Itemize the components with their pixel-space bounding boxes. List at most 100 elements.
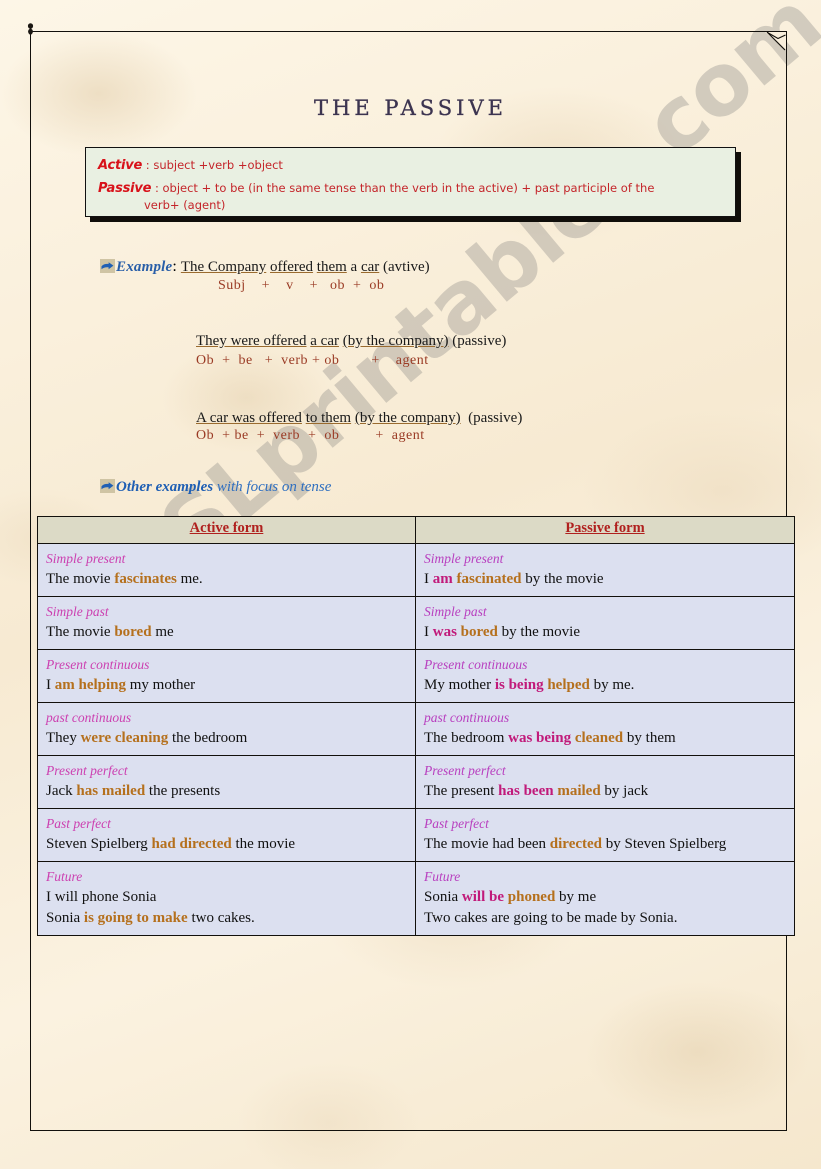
table-cell-passive: Simple present I am fascinated by the mov… — [415, 543, 795, 597]
example-3-sentence: A car was offered to them (by the compan… — [196, 410, 523, 426]
example-2-parse: Ob + be + verb + ob + agent — [196, 353, 429, 368]
example-2-sentence: They were offered a car (by the company)… — [196, 333, 507, 349]
table-cell-passive: Future Sonia will be phoned by me Two cake… — [415, 861, 795, 936]
example-heading-line: Example: The Company offered them a car … — [100, 258, 430, 276]
sentence-text: Steven Spielberg — [46, 836, 152, 852]
highlighted-verb: am — [432, 571, 453, 587]
highlighted-verb: bored — [460, 624, 498, 640]
active-definition-row: Active : subject +verb +object — [98, 157, 735, 174]
highlighted-verb: has mailed — [76, 783, 146, 799]
highlighted-verb: were cleaning — [80, 730, 169, 746]
tense-comparison-table: Active form Passive form Simple present T… — [37, 516, 795, 936]
sentence-text: The movie — [46, 624, 115, 640]
table-body: Simple present The movie fascinates me. Si… — [37, 543, 795, 936]
tense-label: Future — [46, 869, 83, 884]
example-sentence: Jack has mailed the presents — [46, 781, 409, 802]
sentence-text: the presents — [145, 783, 221, 799]
example-sentence: Sonia will be phoned by me Two cakes are … — [424, 887, 788, 929]
highlighted-verb: will be — [461, 889, 505, 905]
example-sentence: Steven Spielberg had directed the movie — [46, 834, 409, 855]
example-1-parse: Subj + v + ob + ob — [218, 278, 385, 293]
tense-label: Past perfect — [424, 816, 489, 831]
sentence-text: My mother — [424, 677, 495, 693]
sentence-text: by the movie — [521, 571, 604, 587]
table-header-row: Active form Passive form — [37, 516, 795, 544]
example-sentence: The present has been mailed by jack — [424, 781, 788, 802]
table-cell-passive: past continuous The bedroom was being cle… — [415, 702, 795, 756]
example-sentence: I am fascinated by the movie — [424, 569, 788, 590]
active-formula: subject +verb +object — [153, 158, 283, 172]
example-1-sentence: The Company offered them a car (avtive) — [180, 259, 430, 275]
sentence-text: me. — [176, 571, 203, 587]
example-sentence: The movie had been directed by Steven Sp… — [424, 834, 788, 855]
table-cell-passive: Present perfect The present has been mail… — [415, 755, 795, 809]
sentence-text: Sonia — [424, 889, 462, 905]
example-sentence: I am helping my mother — [46, 675, 409, 696]
highlighted-verb: mailed — [557, 783, 601, 799]
example-3-parse: Ob + be + verb + ob + agent — [196, 428, 425, 443]
highlighted-verb: helped — [547, 677, 590, 693]
column-header-active: Active form — [37, 516, 416, 544]
sentence-text: The movie — [46, 571, 115, 587]
table-row: Present continuous I am helping my mother… — [37, 649, 795, 703]
other-examples-strong: Other examples — [116, 479, 214, 495]
active-label: Active — [98, 158, 143, 173]
sentence-text: by me. — [589, 677, 635, 693]
table-row: past continuous They were cleaning the be… — [37, 702, 795, 756]
tense-label: past continuous — [46, 710, 132, 725]
highlighted-verb: was — [432, 624, 457, 640]
passive-definition-row: Passive : object + to be (in the same te… — [98, 180, 726, 214]
sentence-text: Two cakes are going to be made by Sonia. — [424, 910, 678, 926]
sentence-text: Sonia — [46, 910, 84, 926]
highlighted-verb: is going to make — [83, 910, 188, 926]
example-sentence: My mother is being helped by me. — [424, 675, 788, 696]
worksheet-content: THE PASSIVE Active : subject +verb +obje… — [0, 0, 821, 1169]
example-sentence: The movie bored me — [46, 622, 409, 643]
sentence-text: by Steven Spielberg — [602, 836, 727, 852]
table-row: Simple past The movie bored me Simple past… — [37, 596, 795, 650]
highlighted-verb: had directed — [151, 836, 232, 852]
table-cell-passive: Simple past I was bored by the movie — [415, 596, 795, 650]
tense-label: Simple past — [46, 604, 109, 619]
sentence-text: The movie had been — [424, 836, 550, 852]
table-cell-active: Past perfect Steven Spielberg had directe… — [37, 808, 416, 862]
table-row: Present perfect Jack has mailed the prese… — [37, 755, 795, 809]
table-cell-passive: Past perfect The movie had been directed … — [415, 808, 795, 862]
sentence-text: They — [46, 730, 81, 746]
table-cell-active: Present continuous I am helping my mother — [37, 649, 416, 703]
tense-label: Present perfect — [424, 763, 506, 778]
tense-label: Present continuous — [424, 657, 528, 672]
sentence-text: the movie — [231, 836, 296, 852]
table-cell-active: Simple present The movie fascinates me. — [37, 543, 416, 597]
highlighted-verb: bored — [114, 624, 152, 640]
table-cell-passive: Present continuous My mother is being hel… — [415, 649, 795, 703]
table-row: Simple present The movie fascinates me. Si… — [37, 543, 795, 597]
passive-separator: : — [151, 181, 163, 195]
page-title: THE PASSIVE — [314, 96, 507, 120]
highlighted-verb: fascinates — [114, 571, 177, 587]
tense-label: past continuous — [424, 710, 510, 725]
table-row: Future I will phone Sonia Sonia is going t… — [37, 861, 795, 936]
example-label: Example — [116, 259, 173, 275]
example-3-group: A car was offered to them (by the compan… — [196, 410, 522, 444]
tense-label: Present perfect — [46, 763, 128, 778]
example-sentence: I will phone Sonia Sonia is going to make… — [46, 887, 409, 929]
sentence-text: two cakes. — [187, 910, 255, 926]
highlighted-verb: directed — [549, 836, 603, 852]
passive-formula-continued: verb+ (agent) — [144, 198, 226, 212]
sentence-text: The present — [424, 783, 499, 799]
sentence-text: Jack — [46, 783, 77, 799]
highlighted-verb: am helping — [54, 677, 127, 693]
table-cell-active: Present perfect Jack has mailed the prese… — [37, 755, 416, 809]
column-header-passive: Passive form — [415, 516, 795, 544]
sentence-text: I — [46, 677, 55, 693]
definition-box: Active : subject +verb +object Passive :… — [85, 147, 736, 217]
sentence-text: The bedroom — [424, 730, 509, 746]
pointing-hand-icon — [100, 259, 115, 273]
tense-label: Simple past — [424, 604, 487, 619]
sentence-text: by the movie — [497, 624, 580, 640]
sentence-text: by them — [623, 730, 676, 746]
highlighted-verb: phoned — [507, 889, 556, 905]
highlighted-verb: fascinated — [456, 571, 522, 587]
example-sentence: The movie fascinates me. — [46, 569, 409, 590]
